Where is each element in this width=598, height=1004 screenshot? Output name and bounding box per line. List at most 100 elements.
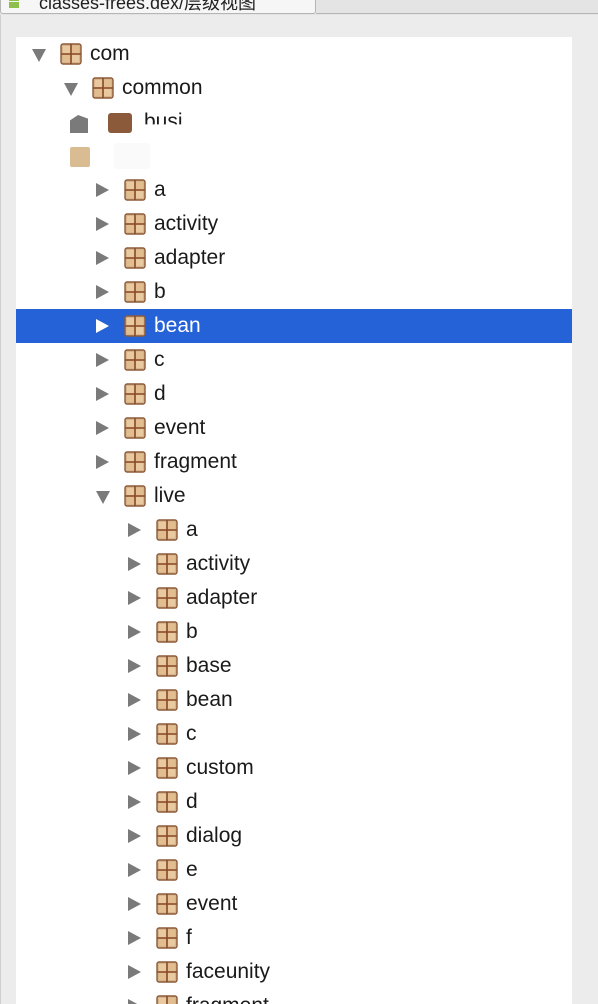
tree-row-label: bean [154,314,201,337]
tab-bar-empty [316,0,598,14]
package-icon [108,113,132,133]
tree-row[interactable]: adapter [16,241,572,275]
chevron-right-icon[interactable] [128,795,141,809]
tree-row[interactable]: e [16,853,572,887]
chevron-right-icon[interactable] [128,931,141,945]
package-icon [156,893,178,915]
chevron-right-icon[interactable] [128,659,141,673]
chevron-right-icon[interactable] [128,693,141,707]
tree-row-label: adapter [186,586,258,609]
tree-row-label: fragment [154,450,237,473]
chevron-right-icon[interactable] [96,285,109,299]
tree-row[interactable]: dialog [16,819,572,853]
tree-row[interactable]: custom [16,751,572,785]
package-icon [156,757,178,779]
chevron-right-icon[interactable] [96,455,109,469]
tree-row[interactable]: event [16,887,572,921]
tree-row[interactable]: d [16,377,572,411]
tree-row-label: base [186,654,232,677]
chevron-right-icon[interactable] [96,183,109,197]
chevron-down-icon[interactable] [32,49,46,62]
tree-row-label: custom [186,756,254,779]
package-icon [124,485,146,507]
package-tree[interactable]: com common busi a activity adapter b bean c d even… [16,37,572,1004]
chevron-right-icon[interactable] [96,251,109,265]
tree-row[interactable]: activity [16,207,572,241]
tree-row-label: busi [144,110,183,133]
tree-row[interactable]: b [16,615,572,649]
tree-row[interactable] [16,139,572,173]
tree-row-label: b [186,620,198,643]
tree-row-label: a [154,178,166,201]
tree-row[interactable]: activity [16,547,572,581]
tree-row-label: c [186,722,197,745]
tree-row[interactable]: com [16,37,572,71]
tree-row[interactable]: a [16,173,572,207]
tree-row[interactable]: faceunity [16,955,572,989]
tree-row-label: dialog [186,824,243,847]
tree-row[interactable]: c [16,717,572,751]
tree-row[interactable]: live [16,479,572,513]
tree-row[interactable]: base [16,649,572,683]
tree-row-label: c [154,348,165,371]
tree-row-label: activity [154,212,219,235]
tree-row-label: bean [186,688,233,711]
tree-row[interactable]: event [16,411,572,445]
chevron-right-icon[interactable] [128,727,141,741]
tree-row[interactable]: a [16,513,572,547]
package-icon [156,587,178,609]
chevron-right-icon[interactable] [128,999,141,1004]
tree-row[interactable]: d [16,785,572,819]
chevron-right-icon[interactable] [128,965,141,979]
package-icon [156,927,178,949]
chevron-right-icon[interactable] [128,591,141,605]
tree-row-label: b [154,280,166,303]
package-icon [60,43,82,65]
tree-row[interactable]: common [16,71,572,105]
package-icon [156,825,178,847]
tree-row[interactable]: bean [16,309,572,343]
package-icon [124,247,146,269]
tree-row-label: adapter [154,246,226,269]
tree-row-label: event [186,892,238,915]
package-icon [156,553,178,575]
package-icon [124,213,146,235]
tree-row[interactable]: bean [16,683,572,717]
chevron-right-icon[interactable] [128,523,141,537]
tree-row[interactable]: busi [16,105,572,139]
chevron-right-icon[interactable] [96,421,109,435]
package-icon [156,995,178,1004]
chevron-right-icon[interactable] [128,863,141,877]
tree-row-label: event [154,416,206,439]
tree-row[interactable]: c [16,343,572,377]
tree-row-label: e [186,858,198,881]
package-icon [124,281,146,303]
package-icon [156,655,178,677]
folder-shape-icon [70,115,88,133]
tree-row[interactable]: b [16,275,572,309]
chevron-right-icon[interactable] [128,557,141,571]
chevron-right-icon[interactable] [128,761,141,775]
tab-active[interactable]: classes-frees.dex/层级视图 [0,0,316,14]
chevron-down-icon[interactable] [96,491,110,504]
chevron-right-icon[interactable] [96,387,109,401]
tree-row-label: a [186,518,198,541]
tab-label: classes-frees.dex/层级视图 [39,0,257,13]
chevron-right-icon[interactable] [128,897,141,911]
chevron-right-icon[interactable] [96,319,109,333]
tree-row[interactable]: fragment [16,445,572,479]
tree-row[interactable]: f [16,921,572,955]
chevron-right-icon[interactable] [128,625,141,639]
chevron-down-icon[interactable] [64,83,78,96]
tree-row-label: com [90,42,130,65]
chevron-right-icon[interactable] [96,353,109,367]
tree-row[interactable]: fragment [16,989,572,1004]
tree-row-label: live [154,484,186,507]
tree-row-label: f [186,926,192,949]
package-icon [156,791,178,813]
tree-row[interactable]: adapter [16,581,572,615]
chevron-right-icon[interactable] [128,829,141,843]
chevron-right-icon[interactable] [96,217,109,231]
android-icon [9,0,19,8]
package-icon [156,519,178,541]
